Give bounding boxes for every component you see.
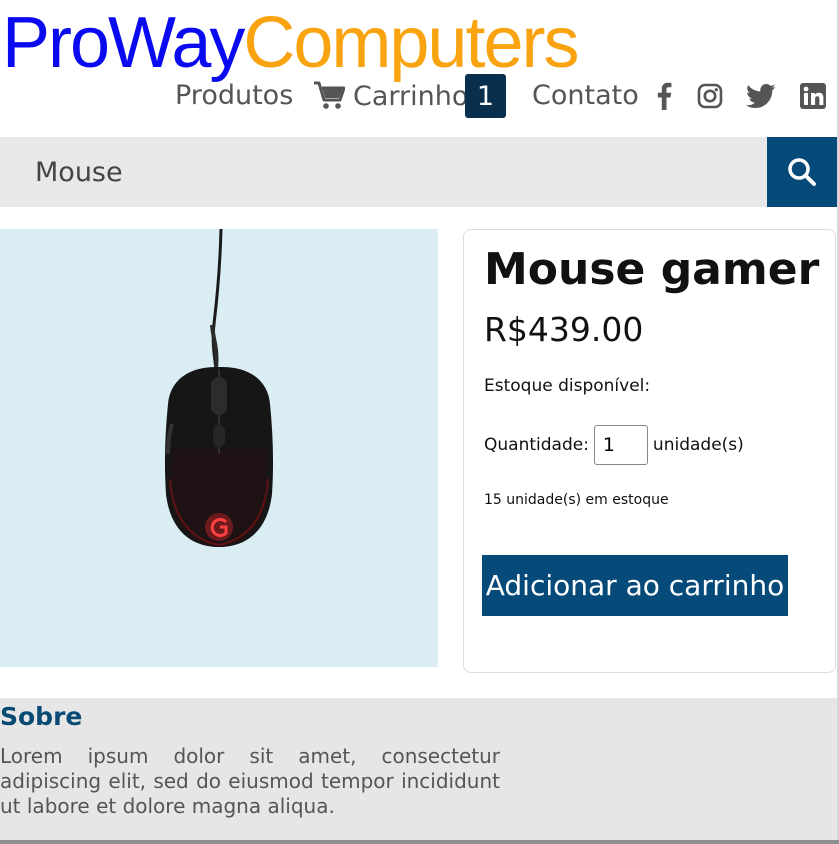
search-bar [0, 137, 837, 207]
stock-count: 15 unidade(s) em estoque [484, 492, 669, 508]
facebook-icon[interactable] [652, 74, 676, 118]
quantity-label: Quantidade: [484, 435, 589, 455]
product-price: R$439.00 [484, 310, 644, 349]
nav-link-carrinho[interactable]: Carrinho [313, 74, 468, 118]
logo-part-proway: ProWay [2, 3, 245, 83]
stock-label: Estoque disponível: [484, 376, 651, 396]
cart-label: Carrinho [353, 80, 469, 112]
product-card: Mouse gamer R$439.00 Estoque disponível:… [463, 229, 836, 673]
about-title: Sobre [0, 702, 83, 731]
footer-about: Sobre Lorem ipsum dolor sit amet, consec… [0, 698, 837, 842]
search-button[interactable] [767, 137, 837, 207]
about-text: Lorem ipsum dolor sit amet, consectetur … [0, 744, 500, 818]
product-image [0, 229, 438, 667]
cart-icon [314, 81, 345, 109]
twitter-icon[interactable] [746, 74, 776, 118]
instagram-icon[interactable] [696, 74, 724, 118]
top-nav: Produtos Carrinho 1 Contato [0, 74, 839, 118]
bottom-divider [0, 840, 839, 844]
search-icon [788, 158, 816, 186]
logo-part-computers: Computers [243, 3, 579, 83]
product-title: Mouse gamer [484, 244, 820, 295]
mouse-image [164, 229, 274, 547]
linkedin-icon[interactable] [799, 74, 827, 118]
quantity-row: Quantidade: unidade(s) [484, 424, 744, 466]
nav-link-contato[interactable]: Contato [532, 74, 639, 118]
add-to-cart-button[interactable]: Adicionar ao carrinho [482, 555, 788, 616]
quantity-input[interactable] [593, 425, 648, 465]
cart-count-badge: 1 [465, 74, 506, 118]
unit-label: unidade(s) [652, 435, 744, 455]
nav-link-produtos[interactable]: Produtos [175, 74, 293, 118]
search-input[interactable] [0, 137, 767, 207]
